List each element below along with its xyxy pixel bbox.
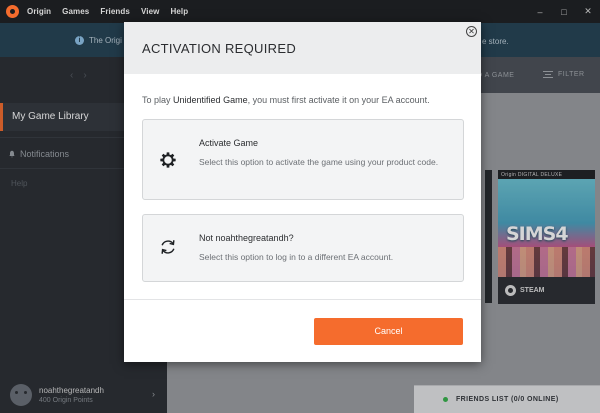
- desc-suffix: , you must first activate it on your EA …: [247, 95, 430, 105]
- dialog-header: ACTIVATION REQUIRED ✕: [124, 22, 481, 74]
- menu-games[interactable]: Games: [62, 7, 89, 16]
- refresh-icon: [161, 240, 175, 254]
- dialog-description: To play Unidentified Game, you must firs…: [142, 95, 430, 105]
- option-title: Activate Game: [199, 138, 259, 148]
- game-name: Unidentified Game: [173, 95, 248, 105]
- option-title: Not noahthegreatandh?: [199, 233, 294, 243]
- title-bar: Origin Games Friends View Help – □ ✕: [0, 0, 600, 23]
- menu-view[interactable]: View: [141, 7, 160, 16]
- window-controls: – □ ✕: [528, 0, 600, 23]
- origin-logo-icon[interactable]: [6, 5, 19, 18]
- menu-friends[interactable]: Friends: [100, 7, 130, 16]
- option-description: Select this option to activate the game …: [199, 157, 439, 167]
- menu-origin[interactable]: Origin: [27, 7, 51, 16]
- dialog-divider: [124, 299, 481, 300]
- dialog-title: ACTIVATION REQUIRED: [142, 41, 297, 56]
- switch-account-option[interactable]: Not noahthegreatandh? Select this option…: [142, 214, 464, 282]
- desc-prefix: To play: [142, 95, 174, 105]
- minimize-icon[interactable]: –: [528, 7, 552, 17]
- activate-game-option[interactable]: Activate Game Select this option to acti…: [142, 119, 464, 200]
- cancel-button[interactable]: Cancel: [314, 318, 463, 345]
- gear-icon: [160, 152, 176, 168]
- close-window-icon[interactable]: ✕: [576, 6, 600, 17]
- close-icon[interactable]: ✕: [466, 26, 477, 37]
- option-description: Select this option to log in to a differ…: [199, 252, 394, 262]
- menu-help[interactable]: Help: [170, 7, 188, 16]
- activation-dialog: ACTIVATION REQUIRED ✕ To play Unidentifi…: [124, 22, 481, 362]
- maximize-icon[interactable]: □: [552, 7, 576, 17]
